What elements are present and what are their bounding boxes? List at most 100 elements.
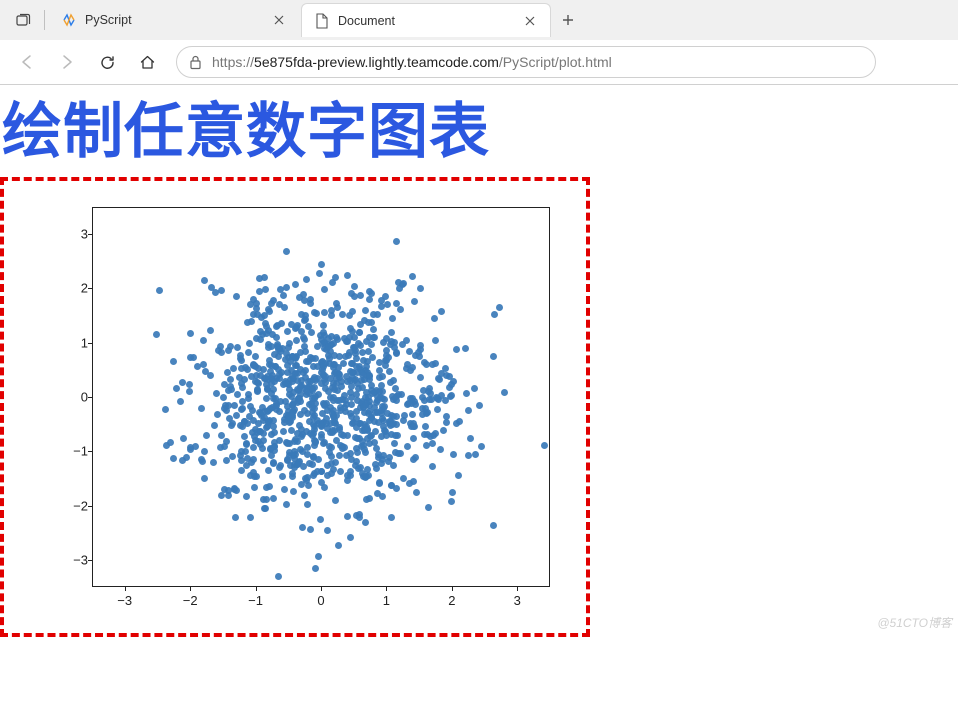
data-point xyxy=(263,496,270,503)
data-point xyxy=(382,428,389,435)
data-point xyxy=(333,437,340,444)
data-point xyxy=(201,475,208,482)
data-point xyxy=(199,458,206,465)
window-tabs-button[interactable] xyxy=(6,6,40,34)
data-point xyxy=(413,489,420,496)
data-point xyxy=(347,534,354,541)
data-point xyxy=(259,331,266,338)
data-point xyxy=(290,488,297,495)
data-point xyxy=(388,329,395,336)
data-point xyxy=(478,443,485,450)
refresh-button[interactable] xyxy=(88,46,126,78)
data-point xyxy=(303,276,310,283)
data-point xyxy=(453,420,460,427)
data-point xyxy=(361,409,368,416)
data-point xyxy=(254,387,261,394)
tab-pyscript[interactable]: PyScript xyxy=(49,3,299,37)
data-point xyxy=(320,371,327,378)
data-point xyxy=(393,393,400,400)
data-point xyxy=(305,482,312,489)
y-tick-mark xyxy=(88,234,92,235)
data-point xyxy=(284,328,291,335)
data-point xyxy=(467,435,474,442)
data-point xyxy=(353,408,360,415)
data-point xyxy=(397,450,404,457)
tab-document[interactable]: Document xyxy=(301,3,551,37)
data-point xyxy=(263,381,270,388)
data-point xyxy=(344,513,351,520)
data-point xyxy=(227,343,234,350)
data-point xyxy=(332,274,339,281)
data-point xyxy=(320,322,327,329)
separator xyxy=(44,10,45,30)
data-point xyxy=(353,355,360,362)
data-point xyxy=(301,336,308,343)
data-point xyxy=(321,286,328,293)
data-point xyxy=(217,444,224,451)
data-point xyxy=(274,322,281,329)
data-point xyxy=(186,381,193,388)
data-point xyxy=(423,442,430,449)
data-point xyxy=(264,408,271,415)
data-point xyxy=(273,334,280,341)
data-point xyxy=(450,378,457,385)
data-point xyxy=(230,365,237,372)
data-point xyxy=(250,456,257,463)
data-point xyxy=(352,462,359,469)
data-point xyxy=(218,349,225,356)
data-point xyxy=(455,472,462,479)
data-point xyxy=(386,368,393,375)
data-point xyxy=(245,395,252,402)
x-tick-mark xyxy=(386,587,387,591)
x-tick-label: 0 xyxy=(317,593,324,608)
data-point xyxy=(437,446,444,453)
data-point xyxy=(326,355,333,362)
data-point xyxy=(257,441,264,448)
x-tick-mark xyxy=(517,587,518,591)
data-point xyxy=(239,423,246,430)
data-point xyxy=(246,413,253,420)
data-point xyxy=(368,382,375,389)
data-point xyxy=(267,445,274,452)
data-point xyxy=(472,451,479,458)
data-point xyxy=(400,280,407,287)
data-point xyxy=(366,296,373,303)
data-point xyxy=(490,522,497,529)
data-point xyxy=(476,402,483,409)
back-button[interactable] xyxy=(8,46,46,78)
data-point xyxy=(229,420,236,427)
data-point xyxy=(330,340,337,347)
data-point xyxy=(281,486,288,493)
tab-close-button[interactable] xyxy=(522,13,538,29)
y-tick-mark xyxy=(88,451,92,452)
data-point xyxy=(450,451,457,458)
data-point xyxy=(410,478,417,485)
new-tab-button[interactable] xyxy=(553,5,583,35)
data-point xyxy=(301,343,308,350)
data-point xyxy=(335,542,342,549)
tab-close-button[interactable] xyxy=(271,12,287,28)
data-point xyxy=(382,293,389,300)
data-point xyxy=(425,504,432,511)
page-title: 绘制任意数字图表 xyxy=(0,93,958,171)
home-button[interactable] xyxy=(128,46,166,78)
url-text: https://5e875fda-preview.lightly.teamcod… xyxy=(212,54,612,70)
data-point xyxy=(299,524,306,531)
x-tick-mark xyxy=(256,587,257,591)
data-point xyxy=(378,303,385,310)
data-point xyxy=(438,308,445,315)
data-point xyxy=(391,440,398,447)
data-point xyxy=(376,374,383,381)
data-point xyxy=(312,439,319,446)
watermark: @51CTO博客 xyxy=(877,614,952,631)
data-point xyxy=(312,565,319,572)
data-point xyxy=(282,398,289,405)
forward-button[interactable] xyxy=(48,46,86,78)
data-point xyxy=(446,384,453,391)
lock-icon xyxy=(189,55,202,70)
data-point xyxy=(434,406,441,413)
data-point xyxy=(417,342,424,349)
url-field[interactable]: https://5e875fda-preview.lightly.teamcod… xyxy=(176,46,876,78)
data-point xyxy=(496,304,503,311)
data-point xyxy=(211,422,218,429)
